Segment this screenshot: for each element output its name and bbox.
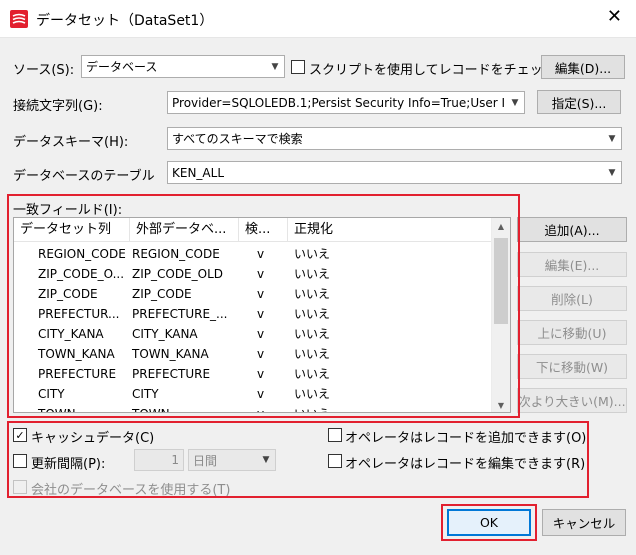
specify-button[interactable]: 指定(S)... [537, 90, 621, 114]
edit-field-button[interactable]: 編集(E)... [517, 252, 627, 277]
source-select[interactable]: データベース ▼ [81, 55, 285, 78]
operator-edit-checkbox[interactable] [328, 454, 342, 468]
scroll-down-icon[interactable]: ▼ [492, 397, 510, 412]
listview-header: データセット列 外部データベ... 検... 正規化 [14, 218, 492, 242]
table-row[interactable]: ZIP_CODE_O... ZIP_CODE_OLD v いいえ [14, 264, 492, 284]
window-title: データセット（DataSet1） [36, 13, 214, 29]
fields-label: 一致フィールド(I): [13, 203, 123, 218]
table-row[interactable]: PREFECTUR... PREFECTURE_... v いいえ [14, 304, 492, 324]
source-value: データベース [86, 60, 158, 74]
listview-body: REGION_CODE REGION_CODE v いいえ ZIP_CODE_O...… [14, 244, 492, 412]
edit-source-button[interactable]: 編集(D)... [541, 55, 625, 79]
checkmark-icon: ✓ [15, 428, 25, 442]
cancel-button[interactable]: キャンセル [542, 509, 626, 536]
column-header-normalize[interactable]: 正規化 [288, 218, 492, 242]
schema-select[interactable]: すべてのスキーマで検索 ▼ [167, 127, 622, 150]
scroll-thumb[interactable] [494, 238, 508, 324]
connection-value: Provider=SQLOLEDB.1;Persist Security Inf… [172, 95, 506, 110]
ok-button[interactable]: OK [447, 509, 531, 536]
interval-label: 更新間隔(P): [31, 457, 106, 472]
table-label: データベースのテーブル [13, 169, 155, 184]
table-row[interactable]: TOWNTOWNvいいえ [14, 404, 492, 412]
add-field-button[interactable]: 追加(A)... [517, 217, 627, 242]
scroll-up-icon[interactable]: ▲ [492, 218, 510, 235]
schema-value: すべてのスキーマで検索 [172, 132, 303, 146]
chevron-down-icon: ▼ [262, 455, 270, 465]
table-value: KEN_ALL [172, 165, 225, 180]
connection-label: 接続文字列(G): [13, 99, 103, 114]
delete-field-button[interactable]: 削除(L) [517, 286, 627, 311]
table-row[interactable]: REGION_CODE REGION_CODE v いいえ [14, 244, 492, 264]
table-row[interactable]: CITY_KANA CITY_KANA v いいえ [14, 324, 492, 344]
company-db-checkbox[interactable] [13, 480, 27, 494]
cache-label: キャッシュデータ(C) [31, 431, 155, 446]
script-check-label: スクリプトを使用してレコードをチェック(H) [309, 63, 576, 78]
interval-unit-value: 日間 [193, 453, 218, 468]
chevron-down-icon: ▼ [511, 97, 519, 108]
operator-add-label: オペレータはレコードを追加できます(O) [345, 431, 587, 446]
operator-edit-label: オペレータはレコードを編集できます(R) [345, 457, 586, 472]
operator-add-checkbox[interactable] [328, 428, 342, 442]
table-row[interactable]: ZIP_CODE ZIP_CODE v いいえ [14, 284, 492, 304]
company-db-label: 会社のデータベースを使用する(T) [31, 483, 231, 498]
move-up-button[interactable]: 上に移動(U) [517, 320, 627, 345]
table-row[interactable]: TOWN_KANA TOWN_KANA v いいえ [14, 344, 492, 364]
title-bar: データセット（DataSet1） ✕ [0, 0, 636, 38]
schema-label: データスキーマ(H): [13, 135, 129, 150]
app-logo-icon [10, 10, 28, 28]
close-icon[interactable]: ✕ [607, 8, 622, 26]
column-header-dataset[interactable]: データセット列 [14, 218, 130, 242]
chevron-down-icon: ▼ [271, 61, 279, 72]
chevron-down-icon: ▼ [608, 167, 616, 178]
fields-listview[interactable]: データセット列 外部データベ... 検... 正規化 REGION_CODE RE… [13, 217, 511, 413]
interval-input[interactable]: 1 [134, 449, 184, 471]
interval-checkbox[interactable] [13, 454, 27, 468]
table-row[interactable]: PREFECTURE PREFECTURE v いいえ [14, 364, 492, 384]
script-check-checkbox[interactable] [291, 60, 305, 74]
greater-than-button[interactable]: 次より大きい(M)... [517, 388, 627, 413]
chevron-down-icon: ▼ [608, 133, 616, 144]
column-header-search[interactable]: 検... [239, 218, 288, 242]
source-label: ソース(S): [13, 63, 75, 78]
table-select[interactable]: KEN_ALL ▼ [167, 161, 622, 184]
column-header-external[interactable]: 外部データベ... [130, 218, 239, 242]
interval-value: 1 [171, 453, 179, 467]
cache-checkbox[interactable]: ✓ [13, 428, 27, 442]
vertical-scrollbar[interactable]: ▲ ▼ [491, 218, 510, 412]
interval-unit-select[interactable]: 日間 ▼ [188, 449, 276, 471]
move-down-button[interactable]: 下に移動(W) [517, 354, 627, 379]
table-row[interactable]: CITY CITY v いいえ [14, 384, 492, 404]
connection-select[interactable]: Provider=SQLOLEDB.1;Persist Security Inf… [167, 91, 525, 114]
